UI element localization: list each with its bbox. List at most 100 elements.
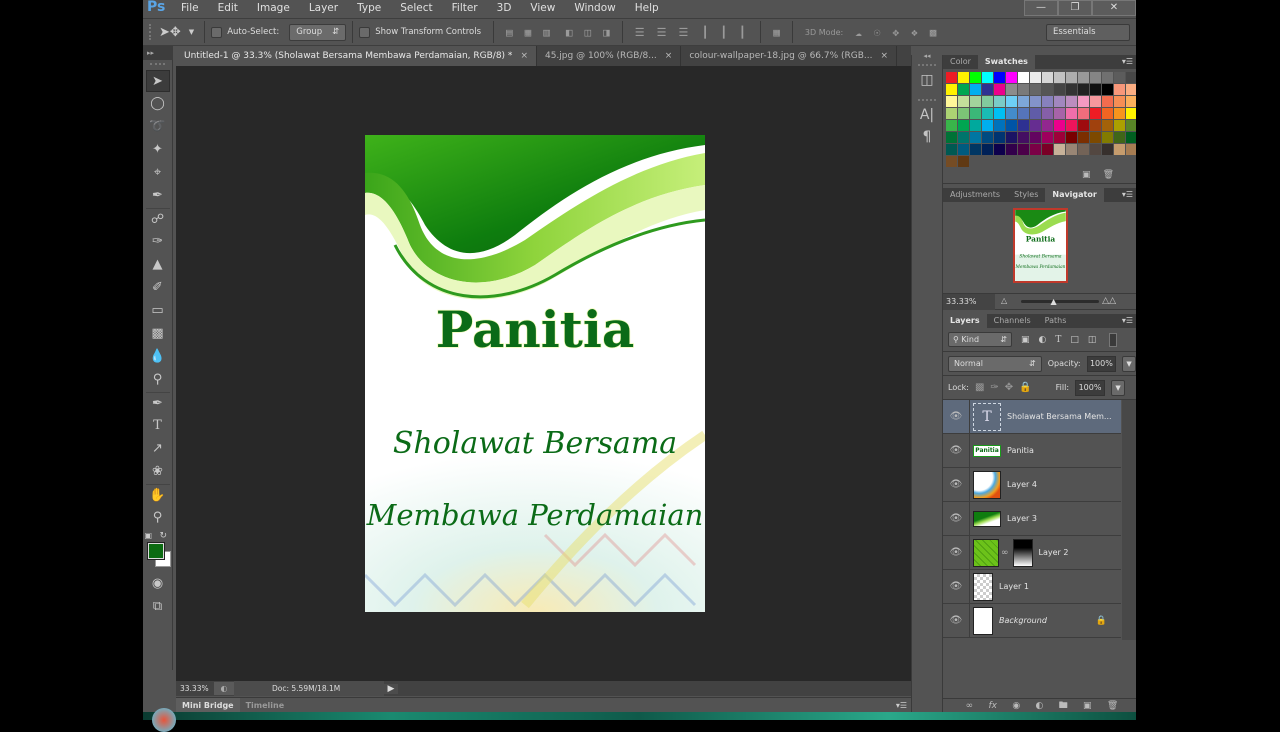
adjustment-layer-icon[interactable]: ◐ <box>1036 701 1044 711</box>
status-info-icon[interactable]: ◐ <box>214 682 234 695</box>
swatch[interactable] <box>946 72 957 83</box>
swatch[interactable] <box>982 84 993 95</box>
distribute-vcenter-icon[interactable]: ☰ <box>657 26 667 39</box>
tab-mini-bridge[interactable]: Mini Bridge <box>176 698 240 712</box>
swatch[interactable] <box>1030 120 1041 131</box>
swatch[interactable] <box>1102 132 1113 143</box>
visibility-eye-icon[interactable]: 👁 <box>943 433 970 468</box>
swatch[interactable] <box>970 96 981 107</box>
swatch[interactable] <box>1066 96 1077 107</box>
tools-grip[interactable] <box>150 63 165 68</box>
pen-tool[interactable]: ✒ <box>145 392 170 414</box>
layer-row-layer-3[interactable]: 👁 Layer 3 <box>943 501 1121 536</box>
move-tool[interactable]: ➤ <box>145 70 170 92</box>
swatch[interactable] <box>946 156 957 167</box>
swatch[interactable] <box>958 132 969 143</box>
menu-filter[interactable]: Filter <box>442 2 487 14</box>
distribute-right-icon[interactable]: ▎ <box>742 26 749 39</box>
swatch[interactable] <box>1042 108 1053 119</box>
align-right-icon[interactable]: ◨ <box>603 26 610 39</box>
panel-menu-icon[interactable]: ▾☰ <box>1122 55 1133 69</box>
swatch[interactable] <box>982 144 993 155</box>
swatch[interactable] <box>1090 120 1101 131</box>
canvas-area[interactable]: Panitia Sholawat Bersama Membawa Perdama… <box>176 66 911 681</box>
status-menu-arrow-icon[interactable]: ▶ <box>384 683 398 694</box>
layer-row-layer-1[interactable]: 👁 Layer 1 <box>943 569 1121 604</box>
blend-mode-dropdown[interactable]: Normal ⇵ <box>948 355 1042 372</box>
tab-styles[interactable]: Styles <box>1007 188 1045 202</box>
marquee-tool[interactable]: ◯ <box>146 93 170 115</box>
menu-image[interactable]: Image <box>247 2 299 14</box>
delete-layer-icon[interactable]: 🗑 <box>1107 701 1118 711</box>
auto-align-icon[interactable]: ▦ <box>773 26 780 39</box>
swatch[interactable] <box>1066 72 1077 83</box>
swatch[interactable] <box>958 84 969 95</box>
lock-pixels-icon[interactable]: ✑ <box>990 382 998 393</box>
close-button[interactable]: ✕ <box>1092 0 1136 16</box>
swatch[interactable] <box>1114 120 1125 131</box>
swatch[interactable] <box>1090 72 1101 83</box>
swatch[interactable] <box>1030 144 1041 155</box>
move-tool-icon[interactable]: ➤✥ <box>159 25 181 40</box>
doc-tab-colour-wallpaper[interactable]: colour-wallpaper-18.jpg @ 66.7% (RGB... × <box>681 46 898 66</box>
menu-type[interactable]: Type <box>347 2 390 14</box>
lasso-tool[interactable]: ➰ <box>146 116 170 138</box>
foreground-color-swatch[interactable] <box>146 542 165 560</box>
tab-color[interactable]: Color <box>943 55 978 69</box>
swatch[interactable] <box>1018 96 1029 107</box>
spot-healing-tool[interactable]: ☍ <box>145 208 170 230</box>
mask-link-icon[interactable]: ∞ <box>1001 548 1009 558</box>
swatch[interactable] <box>1042 144 1053 155</box>
menu-help[interactable]: Help <box>625 2 668 14</box>
swatch[interactable] <box>970 108 981 119</box>
fill-field[interactable]: 100% <box>1075 379 1106 396</box>
new-group-icon[interactable]: 🖿 <box>1059 698 1068 713</box>
filter-toggle-switch[interactable] <box>1109 332 1118 347</box>
lock-position-icon[interactable]: ✥ <box>1005 382 1013 393</box>
swatch[interactable] <box>982 72 993 83</box>
swatch[interactable] <box>970 132 981 143</box>
opacity-field[interactable]: 100% <box>1086 355 1117 372</box>
tab-swatches[interactable]: Swatches <box>977 55 1035 69</box>
panel-menu-icon[interactable]: ▾☰ <box>1122 188 1133 202</box>
swatch[interactable] <box>1126 84 1136 95</box>
swatch[interactable] <box>1090 108 1101 119</box>
menu-edit[interactable]: Edit <box>208 2 247 14</box>
menu-layer[interactable]: Layer <box>299 2 347 14</box>
swatch[interactable] <box>994 84 1005 95</box>
lock-transparent-icon[interactable]: ▩ <box>975 382 984 393</box>
swatch[interactable] <box>1030 72 1041 83</box>
show-transform-checkbox[interactable] <box>359 26 371 38</box>
type-tool[interactable]: T <box>146 415 170 437</box>
swatch[interactable] <box>1126 144 1136 155</box>
swatch[interactable] <box>1006 120 1017 131</box>
swatch[interactable] <box>982 120 993 131</box>
swatch[interactable] <box>1066 108 1077 119</box>
layers-scrollbar[interactable] <box>1122 400 1136 640</box>
swap-colors-icon[interactable]: ↻ <box>160 531 168 541</box>
swatch[interactable] <box>994 72 1005 83</box>
lock-all-icon[interactable]: 🔒 <box>1019 382 1031 393</box>
swatch[interactable] <box>1042 96 1053 107</box>
doc-tab-untitled-1[interactable]: Untitled-1 @ 33.3% (Sholawat Bersama Mem… <box>176 46 537 66</box>
align-left-icon[interactable]: ◧ <box>566 26 573 39</box>
distribute-hcenter-icon[interactable]: ▎ <box>723 26 730 39</box>
swatch[interactable] <box>1114 84 1125 95</box>
delete-swatch-icon[interactable]: 🗑 <box>1103 170 1114 183</box>
navigator-thumbnail[interactable]: Panitia Sholawat Bersama Membawa Perdama… <box>1013 208 1068 283</box>
screen-mode-icon[interactable]: ⧉ <box>146 596 170 618</box>
swatch[interactable] <box>970 72 981 83</box>
align-bottom-icon[interactable]: ▥ <box>543 26 550 39</box>
filter-pixel-icon[interactable]: ▣ <box>1021 335 1030 345</box>
swatch[interactable] <box>1090 96 1101 107</box>
filter-smart-object-icon[interactable]: ◫ <box>1088 335 1097 345</box>
history-brush-tool[interactable]: ✐ <box>146 277 170 299</box>
swatch[interactable] <box>1078 84 1089 95</box>
layer-row-background[interactable]: 👁 Background 🔒 <box>943 603 1121 638</box>
eyedropper-tool[interactable]: ✒ <box>146 185 170 207</box>
visibility-eye-icon[interactable]: 👁 <box>943 501 970 536</box>
menu-file[interactable]: File <box>171 2 208 14</box>
layer-row-text[interactable]: 👁 T Sholawat Bersama Mem... <box>943 399 1121 434</box>
zoom-tool[interactable]: ⚲ <box>146 507 170 529</box>
swatch[interactable] <box>1006 72 1017 83</box>
